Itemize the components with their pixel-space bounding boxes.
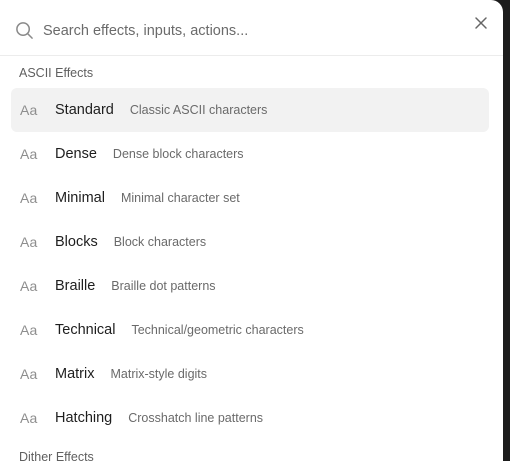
- list-item-dense[interactable]: Aa Dense Dense block characters: [11, 132, 489, 176]
- item-name: Dense: [55, 146, 97, 162]
- item-name: Matrix: [55, 366, 95, 382]
- list-item-matrix[interactable]: Aa Matrix Matrix-style digits: [11, 352, 489, 396]
- list-item-hatching[interactable]: Aa Hatching Crosshatch line patterns: [11, 396, 489, 440]
- typeface-icon: Aa: [20, 190, 38, 206]
- item-description: Block characters: [113, 235, 207, 249]
- item-name: Standard: [55, 102, 114, 118]
- item-name: Blocks: [55, 234, 98, 250]
- item-name: Minimal: [55, 190, 105, 206]
- command-palette: ASCII Effects Aa Standard Classic ASCII …: [0, 0, 503, 461]
- typeface-icon: Aa: [20, 366, 38, 382]
- item-description: Technical/geometric characters: [131, 323, 304, 337]
- search-input[interactable]: [43, 18, 443, 44]
- typeface-icon: Aa: [20, 234, 38, 250]
- item-description: Classic ASCII characters: [129, 103, 268, 117]
- effect-list: Aa Standard Classic ASCII characters Aa …: [11, 88, 489, 440]
- typeface-icon: Aa: [20, 146, 38, 162]
- item-name: Technical: [55, 322, 116, 338]
- search-bar: [0, 0, 503, 56]
- list-item-blocks[interactable]: Aa Blocks Block characters: [11, 220, 489, 264]
- list-item-standard[interactable]: Aa Standard Classic ASCII characters: [11, 88, 489, 132]
- item-name: Hatching: [55, 410, 113, 426]
- section-label-dither-effects: Dither Effects: [19, 450, 94, 461]
- typeface-icon: Aa: [20, 102, 38, 118]
- item-description: Braille dot patterns: [111, 279, 216, 293]
- item-name: Braille: [55, 278, 96, 294]
- item-description: Matrix-style digits: [110, 367, 208, 381]
- typeface-icon: Aa: [20, 278, 38, 294]
- list-item-minimal[interactable]: Aa Minimal Minimal character set: [11, 176, 489, 220]
- item-description: Crosshatch line patterns: [128, 411, 264, 425]
- item-description: Dense block characters: [112, 147, 244, 161]
- list-item-technical[interactable]: Aa Technical Technical/geometric charact…: [11, 308, 489, 352]
- close-icon[interactable]: [470, 12, 492, 34]
- typeface-icon: Aa: [20, 322, 38, 338]
- typeface-icon: Aa: [20, 410, 38, 426]
- section-label-ascii-effects: ASCII Effects: [19, 66, 94, 80]
- list-item-braille[interactable]: Aa Braille Braille dot patterns: [11, 264, 489, 308]
- item-description: Minimal character set: [120, 191, 240, 205]
- search-icon: [16, 22, 33, 39]
